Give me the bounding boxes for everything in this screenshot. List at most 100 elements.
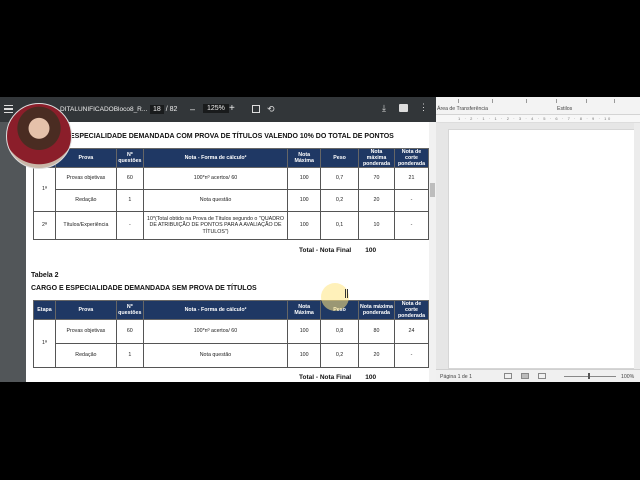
table-cell: Nota questão xyxy=(142,189,289,212)
status-zoom-level[interactable]: 100% xyxy=(621,374,634,380)
ribbon-divider xyxy=(492,99,493,103)
table2-header: Prova xyxy=(54,300,117,320)
zoom-slider-knob[interactable] xyxy=(588,373,590,379)
status-page-count: Página 1 de 1 xyxy=(440,374,473,380)
more-options-icon[interactable]: ⋮ xyxy=(419,102,428,113)
zoom-slider[interactable] xyxy=(564,376,616,377)
table-cell: 10 xyxy=(358,211,395,240)
table-cell: 0,1 xyxy=(320,211,359,240)
ribbon-group-clipboard[interactable]: Área de Transferência xyxy=(437,106,488,112)
desktop-screen: DITALUNIFICADOBloco8_R... 18 / 82 – 125%… xyxy=(0,97,640,382)
table2-total: Total - Nota Final 100 xyxy=(299,374,376,381)
word-document-page[interactable] xyxy=(448,129,637,369)
table-cell: 100 xyxy=(287,319,322,344)
table-cell: 100 xyxy=(287,343,322,368)
zoom-level-input[interactable]: 125% xyxy=(203,104,229,113)
table-cell: 0,2 xyxy=(320,343,359,368)
table-cell: 21 xyxy=(393,167,430,190)
zoom-in-button[interactable]: + xyxy=(229,103,235,114)
table-cell: - xyxy=(393,343,430,368)
table-cell: 10*(Total obtido na Prova de Títulos seg… xyxy=(142,211,289,240)
table2-caption: Tabela 2 xyxy=(31,272,59,279)
table-cell: 100 xyxy=(287,189,322,212)
zoom-out-button[interactable]: – xyxy=(190,104,195,114)
pdf-scrollbar[interactable] xyxy=(429,122,436,382)
page-total: 82 xyxy=(169,106,178,113)
table-cell: Títulos/Experiência xyxy=(54,211,117,240)
table2-header: Nota Máxima xyxy=(287,300,322,320)
table1-header-row: Prova Nº questões Nota - Forma de cálcul… xyxy=(33,148,430,168)
table-row: Redação 1 Nota questão 100 0,2 20 - xyxy=(34,189,430,212)
total-label: Total - Nota Final xyxy=(299,247,352,254)
table1-header: Peso xyxy=(320,148,359,168)
word-window: Área de Transferência Estilos 1 · 2 · 1 … xyxy=(436,97,640,382)
table-row: 2ª Títulos/Experiência - 10*(Total obtid… xyxy=(33,211,430,240)
table-cell: 0,8 xyxy=(320,319,359,344)
table2: Etapa Prova Nº questões Nota - Forma de … xyxy=(33,300,430,368)
etapa-cell: 1ª xyxy=(33,319,56,368)
page-separator: / xyxy=(165,106,168,113)
table-row: 1ª Provas objetivas 60 100*nº acertos/ 6… xyxy=(33,319,430,368)
table-cell: 20 xyxy=(358,189,395,212)
table2-header: Nota - Forma de cálculo² xyxy=(142,300,289,320)
ribbon-divider xyxy=(586,99,587,103)
table-cell: - xyxy=(393,189,430,212)
table1-header: Nota - Forma de cálculo² xyxy=(142,148,289,168)
table1-total: Total - Nota Final 100 xyxy=(299,247,376,254)
table-cell: Redação xyxy=(54,343,117,368)
table-cell: 80 xyxy=(357,319,395,344)
pdf-scrollbar-thumb[interactable] xyxy=(430,183,435,197)
pdf-filename: DITALUNIFICADOBloco8_R... xyxy=(60,106,148,113)
word-ribbon: Área de Transferência Estilos xyxy=(436,97,640,115)
ribbon-divider xyxy=(526,99,527,103)
fit-page-icon[interactable] xyxy=(252,105,260,113)
web-layout-icon[interactable] xyxy=(538,373,546,379)
table-cell: Provas objetivas xyxy=(54,167,117,190)
table-cell: Provas objetivas xyxy=(54,319,117,344)
total-value: 100 xyxy=(365,247,377,254)
table-cell: 100*nº acertos/ 60 xyxy=(142,319,289,344)
table2-header: Nota máxima ponderada xyxy=(357,300,395,320)
print-layout-icon[interactable] xyxy=(521,373,529,379)
ribbon-group-styles[interactable]: Estilos xyxy=(557,106,572,112)
print-icon[interactable] xyxy=(399,104,408,112)
etapa-cell: 1ª xyxy=(33,167,56,212)
table-row: 1ª Provas objetivas 60 100*nº acertos/ 6… xyxy=(33,167,430,212)
ribbon-divider xyxy=(614,99,615,103)
word-scrollbar[interactable] xyxy=(634,123,640,369)
table-cell: 60 xyxy=(115,167,144,190)
table-cell: 20 xyxy=(357,343,395,368)
table-cell: 70 xyxy=(358,167,395,190)
table-row: Redação 1 Nota questão 100 0,2 20 - xyxy=(34,343,430,368)
table2-title: CARGO E ESPECIALIDADE DEMANDADA SEM PROV… xyxy=(31,285,257,292)
table1: Prova Nº questões Nota - Forma de cálcul… xyxy=(33,148,430,240)
table1-header: Nota máxima ponderada xyxy=(358,148,395,168)
total-label: Total - Nota Final xyxy=(299,374,352,381)
table-cell: 100 xyxy=(287,167,322,190)
table-cell: - xyxy=(115,211,144,240)
page-indicator: 18 / 82 xyxy=(150,105,177,114)
page-number-input[interactable]: 18 xyxy=(150,105,164,114)
rotate-icon[interactable]: ⟲ xyxy=(267,104,275,115)
read-mode-icon[interactable] xyxy=(504,373,512,379)
table-cell: Redação xyxy=(54,189,117,212)
table1-header: Nº questões xyxy=(115,148,144,168)
table1-header: Nota Máxima xyxy=(287,148,322,168)
table2-header: Etapa xyxy=(33,300,56,320)
ribbon-divider xyxy=(556,99,557,103)
table-cell: - xyxy=(393,211,430,240)
table-cell: 60 xyxy=(115,319,144,344)
table-cell: 0,2 xyxy=(320,189,359,212)
table-cell: Nota questão xyxy=(142,343,289,368)
menu-icon[interactable] xyxy=(4,105,13,113)
text-cursor-icon xyxy=(345,289,348,298)
download-icon[interactable]: ⤓ xyxy=(382,103,386,114)
table-cell: 100*nº acertos/ 60 xyxy=(142,167,289,190)
table-cell: 100 xyxy=(287,211,322,240)
word-status-bar: Página 1 de 1 100% xyxy=(436,369,640,382)
table-cell: 24 xyxy=(393,319,430,344)
table-cell: 1 xyxy=(115,343,144,368)
etapa-cell: 2ª xyxy=(33,211,56,240)
table-cell: 1 xyxy=(115,189,144,212)
table2-header-row: Etapa Prova Nº questões Nota - Forma de … xyxy=(33,300,430,320)
